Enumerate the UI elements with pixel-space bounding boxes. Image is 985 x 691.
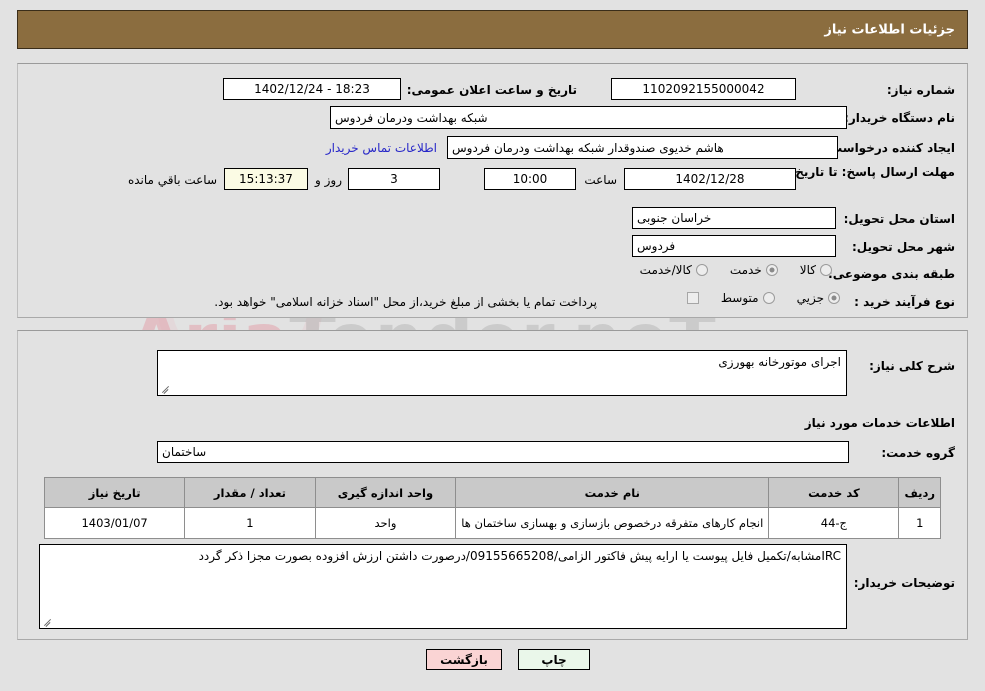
buyer-org-label: نام دستگاه خریدار:: [844, 111, 955, 125]
cell-name: انجام کارهای متفرقه درخصوص بازسازی و بهس…: [455, 507, 770, 539]
purchase-type-option-motevaset-label: متوسط: [720, 291, 759, 305]
category-option-kala-khedmat[interactable]: کالا/خدمت: [640, 263, 708, 277]
table-header-unit: واحد اندازه گیری: [314, 477, 457, 508]
general-description-label: شرح کلی نیاز:: [869, 359, 955, 373]
purchase-type-option-jozei-label: جزیي: [796, 291, 824, 305]
purchase-type-option-jozei[interactable]: جزیي: [797, 291, 840, 305]
treasury-note-checkbox-wrap[interactable]: [686, 292, 699, 304]
table-header-date: تاریخ نیاز: [43, 477, 186, 508]
need-info-panel: شماره نیاز: 1102092155000042 تاریخ و ساع…: [17, 63, 968, 318]
general-description-textarea[interactable]: اجرای موتورخانه بهورزی: [157, 350, 847, 396]
need-number-value: 1102092155000042: [611, 78, 796, 100]
category-option-khedmat-label: خدمت: [729, 263, 762, 277]
province-label: استان محل تحویل:: [843, 212, 955, 226]
resize-grip-icon-notes[interactable]: [43, 616, 53, 626]
category-option-khedmat[interactable]: خدمت: [730, 263, 778, 277]
table-header-radif: ردیف: [898, 477, 941, 508]
buyer-contact-link[interactable]: اطلاعات تماس خریدار: [326, 141, 437, 155]
deadline-remaining-label: ساعت باقي مانده: [127, 173, 217, 187]
cell-date: 1403/01/07: [43, 507, 186, 539]
announce-datetime-label: تاریخ و ساعت اعلان عمومی:: [406, 83, 577, 97]
deadline-date-value: 1402/12/28: [624, 168, 796, 190]
service-group-label: گروه خدمت:: [881, 446, 955, 460]
cell-unit: واحد: [314, 507, 457, 539]
category-option-kala[interactable]: کالا: [800, 263, 832, 277]
service-group-value: ساختمان: [157, 441, 849, 463]
page-title: جزئیات اطلاعات نیاز: [824, 22, 955, 37]
services-table: ردیف کد خدمت نام خدمت واحد اندازه گیری ت…: [43, 477, 941, 539]
buyer-notes-label: توضیحات خریدار:: [853, 576, 955, 590]
radio-icon-kala-khedmat[interactable]: [695, 264, 708, 276]
cell-code: ج-44: [768, 507, 900, 539]
city-value: فردوس: [632, 235, 836, 257]
table-row: 1 ج-44 انجام کارهای متفرقه درخصوص بازساز…: [43, 507, 941, 539]
category-option-kala-label: کالا: [799, 263, 816, 277]
deadline-days-label: روز و: [315, 173, 342, 187]
category-label: طبقه بندی موضوعی:: [827, 267, 955, 281]
deadline-time-label: ساعت: [584, 173, 617, 187]
radio-icon-kala[interactable]: [820, 264, 832, 276]
buyer-org-value: شبکه بهداشت ودرمان فردوس: [330, 106, 847, 129]
purchase-type-label: نوع فرآیند خرید :: [854, 295, 955, 309]
province-value: خراسان جنوبی: [632, 207, 836, 229]
city-label: شهر محل تحویل:: [851, 240, 955, 254]
resize-grip-icon[interactable]: [161, 383, 171, 393]
radio-icon-jozei[interactable]: [828, 292, 840, 304]
checkbox-icon-treasury-note[interactable]: [686, 292, 699, 304]
deadline-days-value: 3: [348, 168, 440, 190]
announce-datetime-value: 1402/12/24 - 18:23: [223, 78, 401, 100]
print-button[interactable]: چاپ: [518, 649, 590, 670]
general-description-value: اجرای موتورخانه بهورزی: [718, 355, 841, 369]
buyer-notes-textarea[interactable]: IRCمشابه/تکمیل فایل پیوست یا ارایه پیش ف…: [39, 544, 847, 629]
table-header-name: نام خدمت: [455, 477, 770, 508]
back-button[interactable]: بازگشت: [426, 649, 502, 670]
services-section-title: اطلاعات خدمات مورد نیاز: [804, 416, 955, 430]
deadline-countdown-timer: 15:13:37: [224, 168, 308, 190]
page-header-bar: جزئیات اطلاعات نیاز: [17, 10, 968, 49]
requester-label: ایجاد کننده درخواست:: [825, 141, 955, 155]
table-header-code: کد خدمت: [768, 477, 900, 508]
deadline-label: مهلت ارسال پاسخ: تا تاریخ:: [790, 165, 955, 179]
cell-quantity: 1: [184, 507, 316, 539]
table-header-quantity: تعداد / مقدار: [184, 477, 316, 508]
requester-value: هاشم خدیوی صندوقدار شبکه بهداشت ودرمان ف…: [447, 136, 838, 159]
purchase-type-note: پرداخت تمام یا بخشی از مبلغ خرید،از محل …: [214, 295, 597, 309]
category-option-kala-khedmat-label: کالا/خدمت: [639, 263, 692, 277]
table-header-row: ردیف کد خدمت نام خدمت واحد اندازه گیری ت…: [43, 477, 941, 508]
deadline-time-value: 10:00: [484, 168, 576, 190]
buyer-notes-value: IRCمشابه/تکمیل فایل پیوست یا ارایه پیش ف…: [198, 549, 841, 563]
need-number-label: شماره نیاز:: [886, 83, 955, 97]
radio-icon-motevaset[interactable]: [762, 292, 775, 304]
radio-icon-khedmat[interactable]: [765, 264, 778, 276]
cell-radif: 1: [898, 507, 941, 539]
purchase-type-option-motevaset[interactable]: متوسط: [721, 291, 775, 305]
